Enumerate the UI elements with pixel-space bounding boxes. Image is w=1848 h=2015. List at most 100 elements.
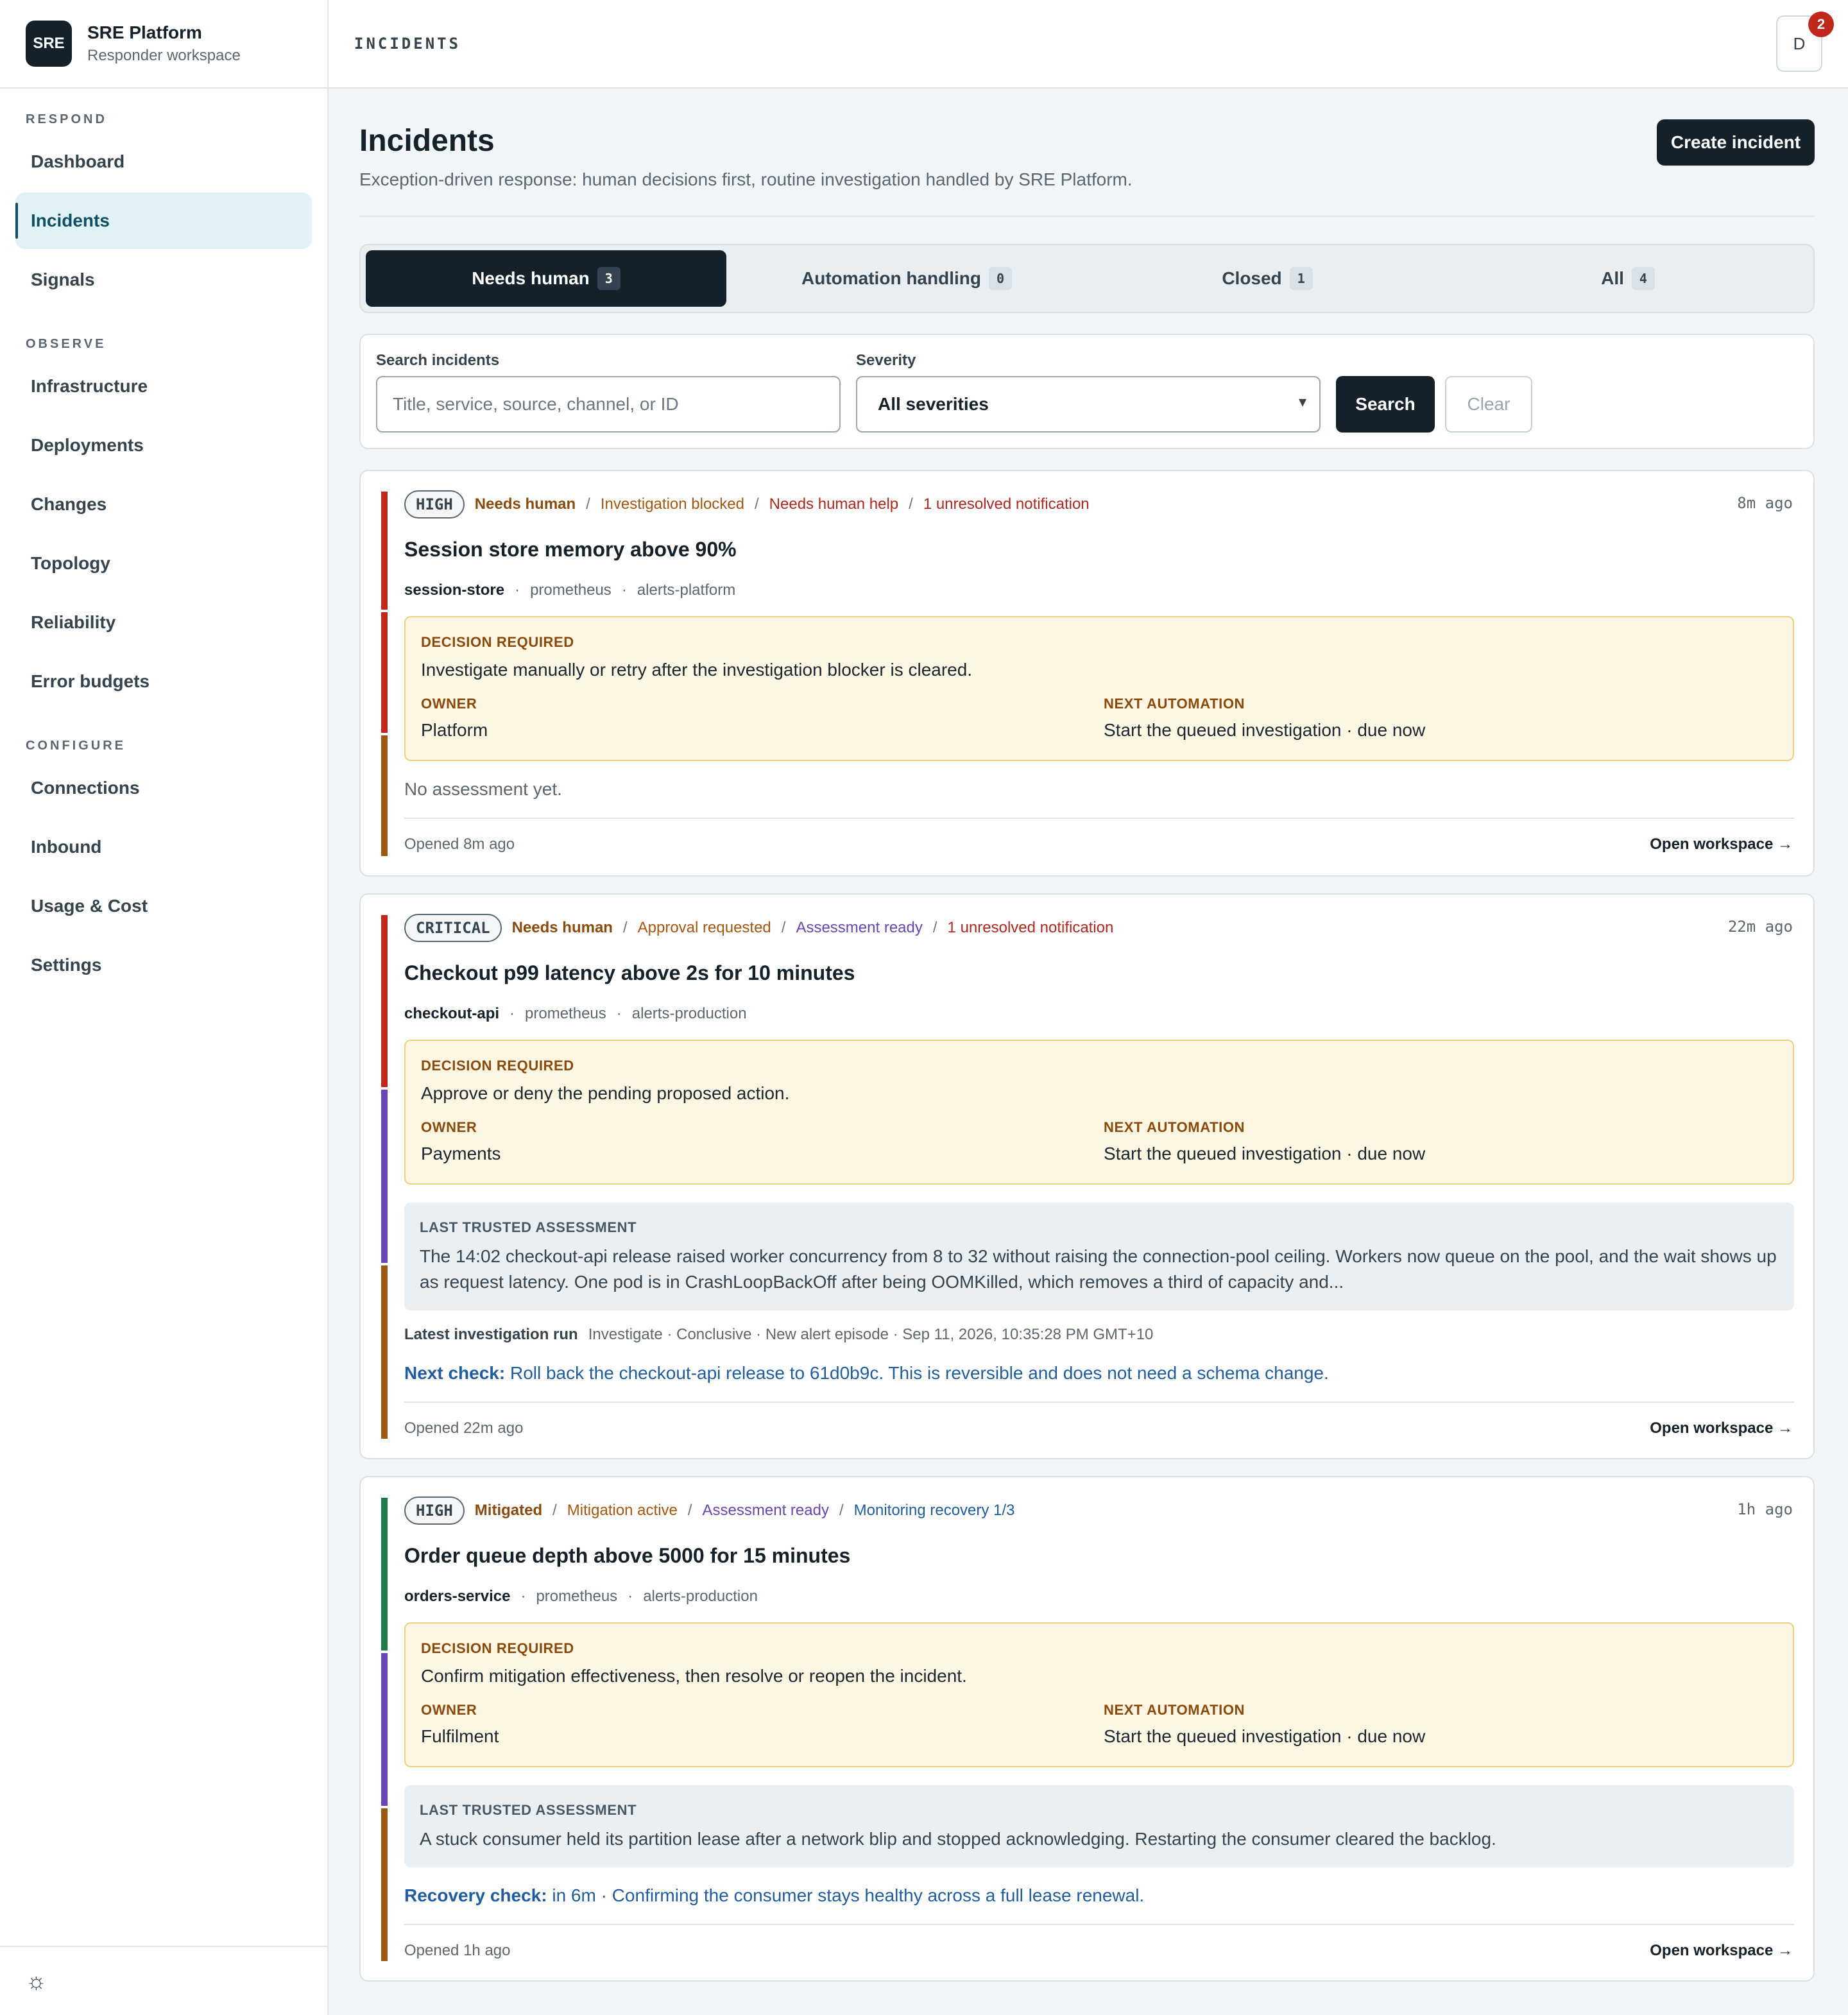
status-tag: 1 unresolved notification: [947, 919, 1114, 936]
incident-state: Needs human: [474, 495, 576, 513]
next-check-text: Roll back the checkout-api release to 61…: [509, 1363, 1329, 1383]
incident-age: 8m ago: [1737, 494, 1793, 512]
sidebar-item-topology[interactable]: Topology: [15, 535, 312, 592]
status-rail: [381, 612, 388, 733]
sidebar-item-usage-cost[interactable]: Usage & Cost: [15, 878, 312, 934]
assessment-panel: LAST TRUSTED ASSESSMENT The 14:02 checko…: [404, 1203, 1794, 1310]
clear-button[interactable]: Clear: [1445, 376, 1532, 433]
open-workspace-link[interactable]: Open workspace →: [1650, 1419, 1793, 1437]
topbar: INCIDENTS D 2: [329, 0, 1848, 89]
sidebar-item-incidents[interactable]: Incidents: [15, 193, 312, 249]
channel-name: alerts-production: [631, 1005, 747, 1022]
run-label: Latest investigation run: [404, 1326, 578, 1343]
search-button[interactable]: Search: [1336, 376, 1435, 433]
search-input[interactable]: [376, 376, 841, 433]
sidebar-item-infrastructure[interactable]: Infrastructure: [15, 358, 312, 415]
assessment-panel: LAST TRUSTED ASSESSMENT A stuck consumer…: [404, 1785, 1794, 1867]
status-rail: [381, 1265, 388, 1439]
decision-text: Investigate manually or retry after the …: [421, 660, 973, 680]
tab-count: 0: [988, 267, 1012, 290]
incident-title[interactable]: Checkout p99 latency above 2s for 10 min…: [404, 961, 855, 985]
sidebar-item-inbound[interactable]: Inbound: [15, 819, 312, 875]
severity-select[interactable]: All severities ▾: [856, 376, 1321, 433]
tab-count: 1: [1289, 267, 1313, 290]
sidebar-item-signals[interactable]: Signals: [15, 252, 312, 308]
sidebar-section-respond: RESPOND: [26, 112, 107, 126]
source-name: prometheus: [525, 1005, 606, 1022]
tab-count: 3: [597, 267, 620, 290]
tab-closed[interactable]: Closed 1: [1087, 250, 1448, 307]
status-rail: [381, 1808, 388, 1961]
incident-state: Mitigated: [474, 1502, 543, 1519]
sidebar-item-dashboard[interactable]: Dashboard: [15, 133, 312, 190]
sidebar-item-settings[interactable]: Settings: [15, 937, 312, 993]
tab-all[interactable]: All 4: [1448, 250, 1808, 307]
avatar[interactable]: D 2: [1776, 12, 1834, 72]
incident-status-line: CRITICAL Needs human / Approval requeste…: [404, 913, 1113, 943]
card-divider: [404, 818, 1794, 819]
next-check: Next check: Roll back the checkout-api r…: [404, 1363, 1329, 1384]
channel-name: alerts-platform: [637, 581, 736, 599]
decision-label: DECISION REQUIRED: [421, 634, 574, 650]
page-title: Incidents: [359, 124, 495, 158]
incident-meta: orders-service · prometheus · alerts-pro…: [404, 1588, 758, 1605]
sidebar: SRE SRE Platform Responder workspace RES…: [0, 0, 329, 2015]
status-rail: [381, 735, 388, 856]
open-workspace-link[interactable]: Open workspace →: [1650, 836, 1793, 853]
incident-card[interactable]: HIGH Needs human / Investigation blocked…: [359, 470, 1815, 877]
tab-label: Automation handling: [801, 268, 981, 288]
open-workspace-link[interactable]: Open workspace →: [1650, 1942, 1793, 1960]
chevron-down-icon: ▾: [1298, 393, 1306, 411]
decision-text: Confirm mitigation effectiveness, then r…: [421, 1666, 967, 1686]
service-name: orders-service: [404, 1588, 511, 1605]
decision-label: DECISION REQUIRED: [421, 1058, 574, 1074]
next-check-label: Next check:: [404, 1363, 506, 1383]
tab-needs-human[interactable]: Needs human 3: [366, 250, 726, 307]
service-name: session-store: [404, 581, 505, 599]
status-tag: Assessment ready: [796, 919, 923, 936]
sidebar-footer: ☼: [0, 1946, 327, 2015]
card-divider: [404, 1924, 1794, 1925]
opened-time: Opened 1h ago: [404, 1942, 511, 1959]
source-name: prometheus: [530, 581, 612, 599]
notification-badge: 2: [1808, 12, 1834, 37]
severity-value: All severities: [878, 394, 989, 414]
incident-card[interactable]: CRITICAL Needs human / Approval requeste…: [359, 893, 1815, 1459]
brand: SRE SRE Platform Responder workspace: [0, 0, 327, 89]
status-tag: Monitoring recovery 1/3: [853, 1502, 1015, 1519]
opened-time: Opened 22m ago: [404, 1419, 524, 1437]
incident-title[interactable]: Order queue depth above 5000 for 15 minu…: [404, 1544, 850, 1568]
sidebar-item-deployments[interactable]: Deployments: [15, 417, 312, 474]
incident-title[interactable]: Session store memory above 90%: [404, 538, 737, 562]
incident-card[interactable]: HIGH Mitigated / Mitigation active / Ass…: [359, 1476, 1815, 1982]
search-label: Search incidents: [376, 352, 500, 369]
sidebar-item-changes[interactable]: Changes: [15, 476, 312, 533]
status-tag: Assessment ready: [702, 1502, 829, 1519]
incident-age: 1h ago: [1737, 1500, 1793, 1518]
assessment-label: LAST TRUSTED ASSESSMENT: [420, 1802, 637, 1818]
sun-icon[interactable]: ☼: [26, 1968, 47, 1994]
page-subtitle: Exception-driven response: human decisio…: [359, 169, 1133, 189]
incident-meta: session-store · prometheus · alerts-plat…: [404, 581, 736, 599]
incident-status-line: HIGH Mitigated / Mitigation active / Ass…: [404, 1495, 1014, 1526]
sidebar-section-observe: OBSERVE: [26, 337, 107, 351]
severity-label: Severity: [856, 352, 916, 369]
brand-logo: SRE: [26, 21, 72, 67]
sidebar-item-reliability[interactable]: Reliability: [15, 594, 312, 651]
status-rail: [381, 1653, 388, 1806]
next-automation-value: Start the queued investigation · due now: [1104, 720, 1426, 740]
tab-count: 4: [1631, 267, 1655, 290]
status-rail: [381, 1090, 388, 1263]
status-tag: Needs human help: [769, 495, 899, 513]
sidebar-item-error-budgets[interactable]: Error budgets: [15, 653, 312, 710]
owner-label: OWNER: [421, 1702, 477, 1718]
brand-subtitle: Responder workspace: [87, 47, 241, 64]
decision-panel: DECISION REQUIRED Confirm mitigation eff…: [404, 1622, 1794, 1767]
incident-meta: checkout-api · prometheus · alerts-produ…: [404, 1005, 747, 1022]
sidebar-item-connections[interactable]: Connections: [15, 760, 312, 816]
filter-bar: Search incidents Severity All severities…: [359, 334, 1815, 449]
tab-automation-handling[interactable]: Automation handling 0: [726, 250, 1087, 307]
create-incident-button[interactable]: Create incident: [1657, 119, 1815, 166]
severity-badge: HIGH: [404, 1496, 465, 1525]
incident-age: 22m ago: [1727, 918, 1793, 936]
